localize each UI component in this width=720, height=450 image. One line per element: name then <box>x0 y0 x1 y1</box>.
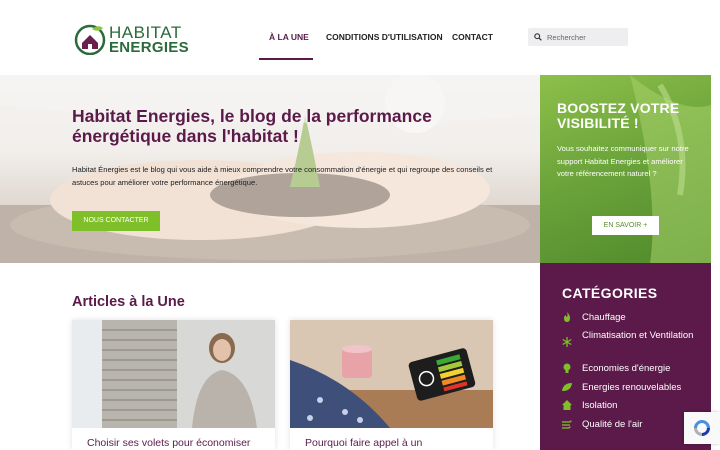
leaf-icon <box>562 383 572 391</box>
lightbulb-icon <box>563 363 571 373</box>
promo-panel: BOOSTEZ VOTRE VISIBILITÉ ! Vous souhaite… <box>540 75 711 263</box>
hero-title: Habitat Energies, le blog de la performa… <box>72 106 432 146</box>
categories-heading: CATÉGORIES <box>562 285 658 301</box>
category-label: Economies d'énergie <box>582 363 671 374</box>
site-logo[interactable]: HABITAT ENERGIES <box>74 22 189 58</box>
category-label: Climatisation et Ventilation <box>582 330 694 341</box>
energy-meter-image <box>290 320 493 428</box>
category-label: Chauffage <box>582 312 626 323</box>
recaptcha-badge[interactable] <box>684 412 720 444</box>
promo-text: Vous souhaitez communiquer sur notre sup… <box>557 144 689 178</box>
article-title[interactable]: Choisir ses volets pour économiser <box>87 437 267 449</box>
promo-title: BOOSTEZ VOTRE VISIBILITÉ ! <box>557 100 680 131</box>
search-box <box>528 28 628 46</box>
articles-heading: Articles à la Une <box>72 294 185 310</box>
snowflake-icon <box>562 337 572 347</box>
nav-active-indicator <box>259 58 313 60</box>
nav-conditions[interactable]: CONDITIONS D'UTILISATION <box>326 32 443 42</box>
category-label: Isolation <box>582 400 618 411</box>
nav-contact[interactable]: CONTACT <box>452 32 493 42</box>
logo-text-bottom: ENERGIES <box>109 39 189 56</box>
article-title[interactable]: Pourquoi faire appel à un <box>305 437 485 449</box>
article-card[interactable]: Pourquoi faire appel à un <box>290 320 493 450</box>
wind-icon <box>562 420 572 429</box>
recaptcha-icon <box>694 420 710 436</box>
contact-button[interactable]: NOUS CONTACTER <box>72 211 160 231</box>
article-card[interactable]: Choisir ses volets pour économiser <box>72 320 275 450</box>
category-label: Energies renouvelables <box>582 382 682 393</box>
hero-banner: Habitat Energies, le blog de la performa… <box>0 75 540 263</box>
category-label: Qualité de l'air <box>582 419 643 430</box>
hero-description: Habitat Énergies est le blog qui vous ai… <box>72 165 493 187</box>
flame-icon <box>564 312 570 322</box>
house-icon <box>562 400 572 410</box>
search-icon[interactable] <box>534 33 542 41</box>
house-logo-icon <box>74 24 106 55</box>
nav-a-la-une[interactable]: À LA UNE <box>269 32 309 42</box>
shutters-woman-image <box>72 320 275 428</box>
site-header: HABITAT ENERGIES À LA UNE CONDITIONS D'U… <box>0 0 720 75</box>
learn-more-button[interactable]: EN SAVOIR + <box>592 216 659 235</box>
search-input[interactable] <box>547 30 625 44</box>
